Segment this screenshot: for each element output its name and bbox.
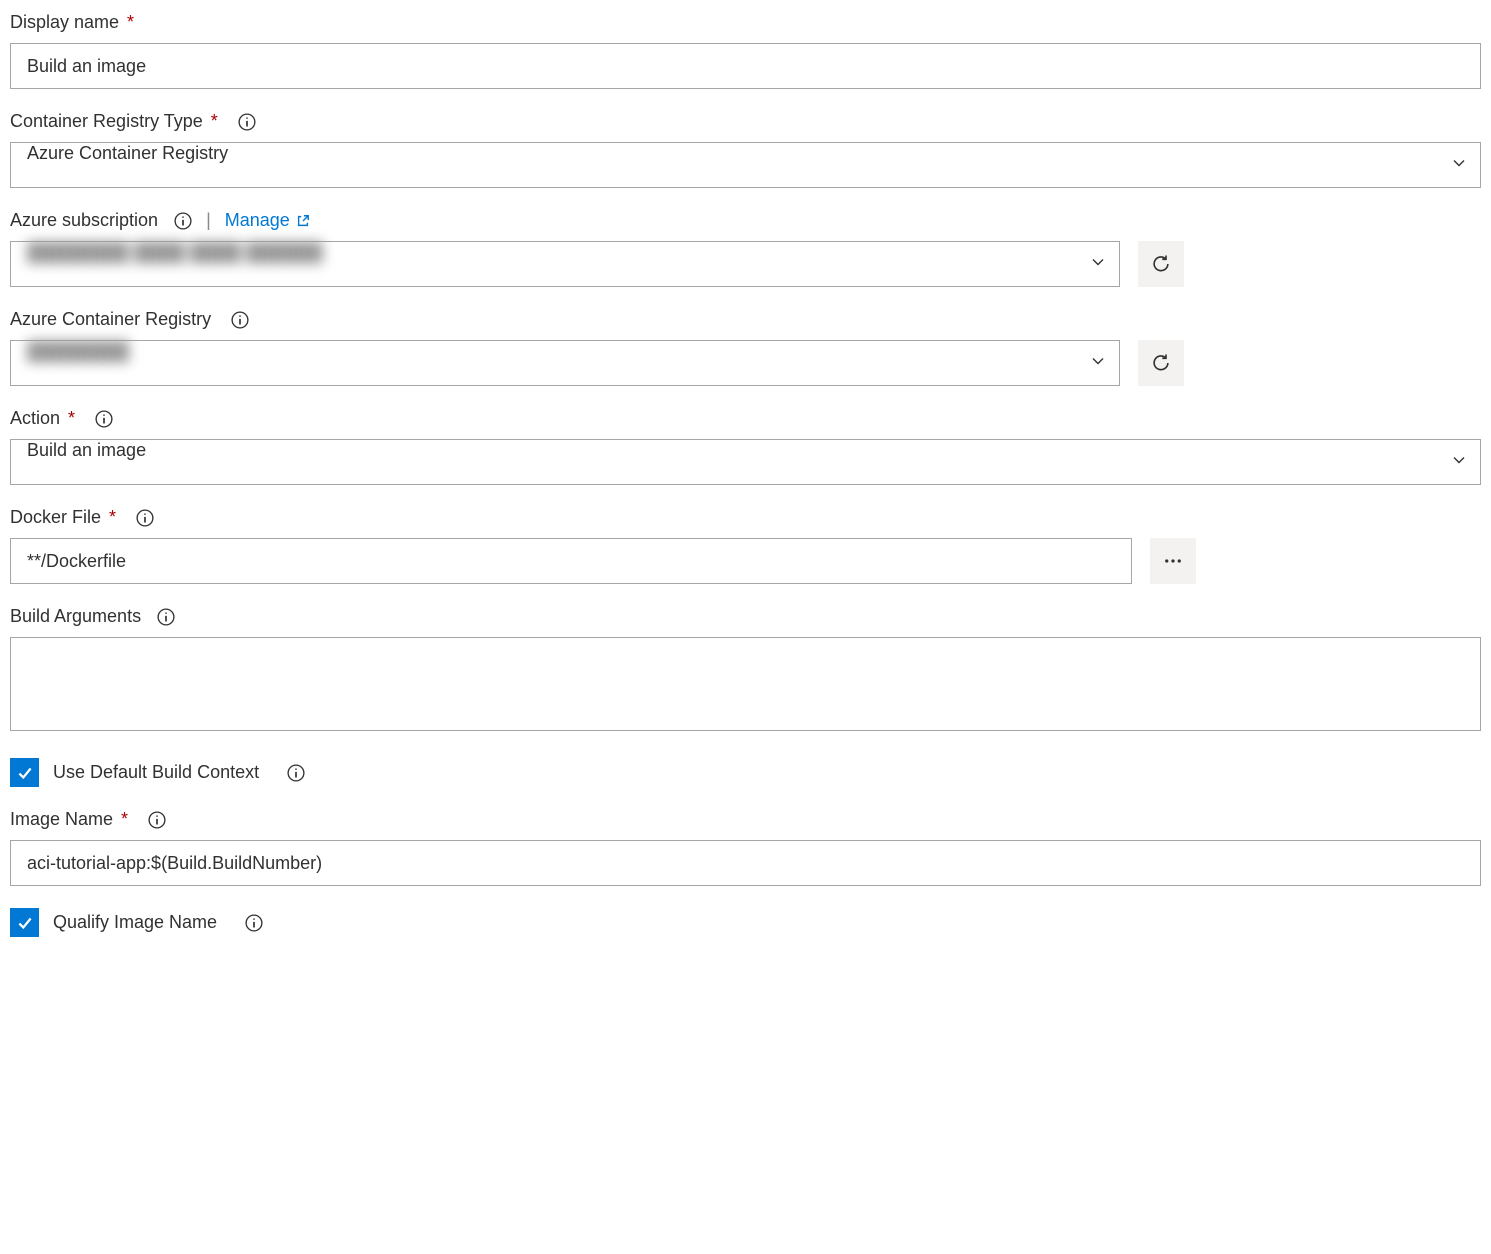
azure-container-registry-label: Azure Container Registry [10,309,1481,330]
select-value: Azure Container Registry [27,143,228,163]
container-registry-type-select[interactable]: Azure Container Registry [10,142,1481,188]
docker-file-input[interactable] [10,538,1132,584]
info-icon[interactable] [287,764,305,782]
required-indicator: * [109,507,116,528]
build-arguments-label: Build Arguments [10,606,1481,627]
image-name-field: Image Name * [10,809,1481,886]
label-text: Display name [10,12,119,33]
use-default-build-context-row: Use Default Build Context [10,758,1481,787]
manage-link-text: Manage [225,210,290,231]
azure-container-registry-row: ████████ [10,340,1481,386]
select-value: ████████ [27,341,129,361]
info-icon[interactable] [157,608,175,626]
qualify-image-name-row: Qualify Image Name [10,908,1481,937]
build-arguments-input[interactable] [10,637,1481,731]
select-value: Build an image [27,440,146,460]
check-icon [16,764,34,782]
action-select-wrapper: Build an image [10,439,1481,485]
use-default-build-context-label: Use Default Build Context [53,762,259,783]
qualify-image-name-checkbox[interactable] [10,908,39,937]
info-icon[interactable] [238,113,256,131]
display-name-field: Display name * [10,12,1481,89]
select-value: ████████ ████ ████ ██████ [27,242,323,262]
container-registry-type-label: Container Registry Type * [10,111,1481,132]
azure-subscription-label: Azure subscription | Manage [10,210,1481,231]
external-link-icon [296,214,310,228]
action-field: Action * Build an image [10,408,1481,485]
docker-file-field: Docker File * [10,507,1481,584]
container-registry-type-field: Container Registry Type * Azure Containe… [10,111,1481,188]
image-name-input[interactable] [10,840,1481,886]
browse-button[interactable] [1150,538,1196,584]
label-text: Action [10,408,60,429]
docker-file-label: Docker File * [10,507,1481,528]
azure-container-registry-select-wrapper: ████████ [10,340,1120,386]
azure-subscription-select-wrapper: ████████ ████ ████ ██████ [10,241,1120,287]
azure-container-registry-field: Azure Container Registry ████████ [10,309,1481,386]
azure-container-registry-select[interactable]: ████████ [10,340,1120,386]
required-indicator: * [121,809,128,830]
refresh-icon [1151,353,1171,373]
container-registry-type-select-wrapper: Azure Container Registry [10,142,1481,188]
refresh-icon [1151,254,1171,274]
label-text: Azure subscription [10,210,158,231]
required-indicator: * [211,111,218,132]
refresh-button[interactable] [1138,340,1184,386]
manage-link[interactable]: Manage [225,210,310,231]
docker-file-row [10,538,1481,584]
build-arguments-field: Build Arguments [10,606,1481,736]
label-text: Image Name [10,809,113,830]
refresh-button[interactable] [1138,241,1184,287]
info-icon[interactable] [231,311,249,329]
info-icon[interactable] [136,509,154,527]
display-name-label: Display name * [10,12,1481,33]
info-icon[interactable] [174,212,192,230]
action-select[interactable]: Build an image [10,439,1481,485]
action-label: Action * [10,408,1481,429]
qualify-image-name-label: Qualify Image Name [53,912,217,933]
check-icon [16,914,34,932]
info-icon[interactable] [95,410,113,428]
azure-subscription-select[interactable]: ████████ ████ ████ ██████ [10,241,1120,287]
docker-file-input-wrapper [10,538,1132,584]
label-text: Build Arguments [10,606,141,627]
image-name-label: Image Name * [10,809,1481,830]
azure-subscription-row: ████████ ████ ████ ██████ [10,241,1481,287]
use-default-build-context-checkbox[interactable] [10,758,39,787]
label-text: Container Registry Type [10,111,203,132]
label-separator: | [206,210,211,231]
label-text: Azure Container Registry [10,309,211,330]
ellipsis-icon [1163,551,1183,571]
info-icon[interactable] [245,914,263,932]
azure-subscription-field: Azure subscription | Manage ████████ ███… [10,210,1481,287]
required-indicator: * [127,12,134,33]
label-text: Docker File [10,507,101,528]
required-indicator: * [68,408,75,429]
info-icon[interactable] [148,811,166,829]
display-name-input[interactable] [10,43,1481,89]
